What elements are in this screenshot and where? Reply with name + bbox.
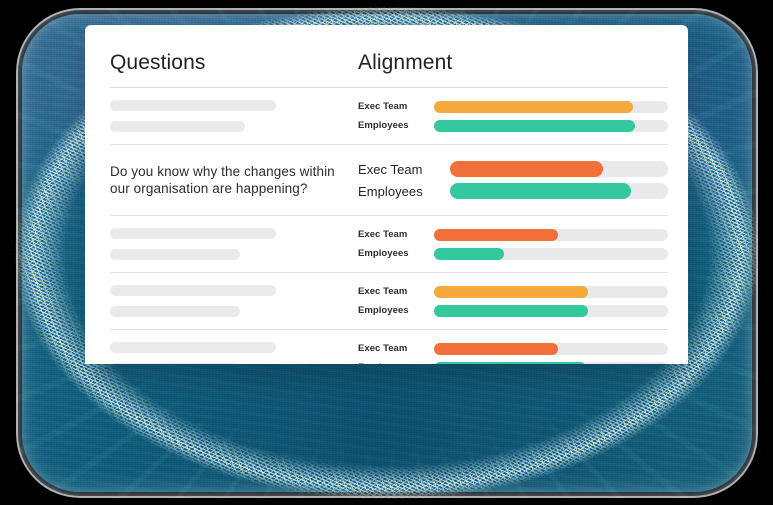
question-cell	[110, 342, 358, 364]
question-placeholder-line	[110, 121, 245, 132]
employees-label: Employees	[358, 248, 409, 259]
exec-team-label: Exec Team	[358, 286, 408, 297]
employees-label: Employees	[358, 183, 423, 199]
employees-bar-fill	[434, 361, 587, 364]
exec-bar-line: Exec Team	[358, 228, 668, 241]
exec-bar-line: Exec Team	[358, 285, 668, 298]
employees-bar-track	[434, 247, 668, 260]
screenshot-stage: Questions Alignment Exec Team Employees …	[0, 0, 773, 505]
employees-bar-line: Employees	[358, 304, 668, 317]
question-cell	[110, 228, 358, 260]
exec-bar-fill	[434, 285, 589, 298]
column-headers: Questions Alignment	[85, 25, 688, 87]
exec-bar-line: Exec Team	[358, 342, 668, 355]
table-row[interactable]: Exec Team Employees	[85, 273, 688, 329]
alignment-column-header: Alignment	[358, 51, 453, 74]
exec-bar-fill	[450, 161, 603, 177]
table-row[interactable]: Exec Team Employees	[85, 330, 688, 364]
table-row[interactable]: Exec Team Employees	[85, 216, 688, 272]
table-row-highlighted[interactable]: Do you know why the changes within our o…	[85, 145, 688, 215]
employees-bar-fill	[434, 304, 589, 317]
question-text: Do you know why the changes within our o…	[110, 164, 335, 196]
alignment-card: Questions Alignment Exec Team Employees …	[85, 25, 688, 364]
question-placeholder-line	[110, 306, 240, 317]
employees-bar-line: Employees	[358, 119, 668, 132]
alignment-cell: Exec Team Employees	[358, 100, 668, 132]
exec-bar-track	[434, 100, 668, 113]
employees-bar-line: Employees	[358, 361, 668, 364]
employees-bar-track	[434, 361, 668, 364]
employees-bar-fill	[434, 247, 505, 260]
employees-label: Employees	[358, 362, 434, 364]
employees-label: Employees	[358, 120, 409, 131]
table-row[interactable]: Exec Team Employees	[85, 88, 688, 144]
employees-bar-line: Employees	[358, 183, 668, 199]
employees-bar-line: Employees	[358, 247, 668, 260]
question-cell: Do you know why the changes within our o…	[110, 163, 358, 197]
question-placeholder-line	[110, 363, 240, 364]
question-placeholder-line	[110, 228, 276, 239]
alignment-cell: Exec Team Employees	[358, 228, 668, 260]
alignment-cell: Exec Team Employees	[358, 285, 668, 317]
alignment-cell: Exec Team Employees	[358, 342, 668, 364]
exec-team-label: Exec Team	[358, 101, 408, 112]
exec-bar-line: Exec Team	[358, 161, 668, 177]
question-placeholder-line	[110, 285, 276, 296]
employees-bar-track	[450, 183, 668, 199]
employees-bar-fill	[434, 119, 636, 132]
exec-bar-track	[434, 285, 668, 298]
questions-column-header: Questions	[110, 51, 206, 74]
question-placeholder-line	[110, 100, 276, 111]
alignment-cell: Exec Team Employees	[358, 161, 668, 199]
question-cell	[110, 100, 358, 132]
alignment-card-content: Questions Alignment Exec Team Employees …	[85, 25, 688, 364]
question-placeholder-line	[110, 249, 240, 260]
question-placeholder-line	[110, 342, 276, 353]
exec-bar-track	[434, 342, 668, 355]
employees-label: Employees	[358, 305, 409, 316]
employees-bar-track	[434, 119, 668, 132]
employees-bar-track	[434, 304, 668, 317]
exec-bar-fill	[434, 228, 559, 241]
employees-bar-fill	[450, 183, 631, 199]
exec-bar-fill	[434, 342, 559, 355]
question-cell	[110, 285, 358, 317]
exec-bar-line: Exec Team	[358, 100, 668, 113]
exec-team-label: Exec Team	[358, 343, 408, 354]
exec-bar-track	[450, 161, 668, 177]
exec-bar-fill	[434, 100, 633, 113]
exec-team-label: Exec Team	[358, 229, 408, 240]
exec-bar-track	[434, 228, 668, 241]
exec-team-label: Exec Team	[358, 161, 423, 177]
